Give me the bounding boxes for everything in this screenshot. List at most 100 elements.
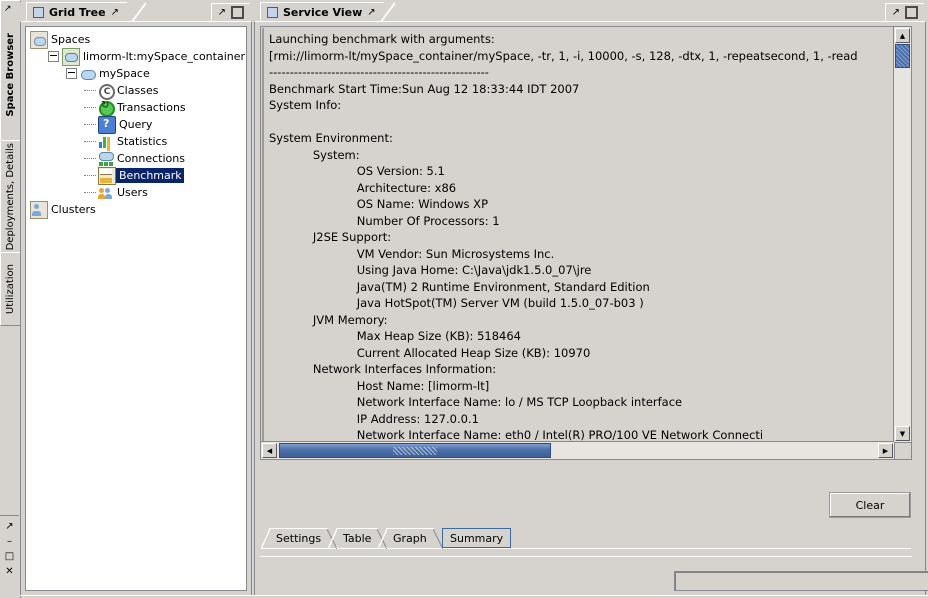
pin-icon[interactable]: ↗ bbox=[111, 7, 119, 18]
cloud-icon bbox=[80, 66, 96, 82]
minimize-icon[interactable]: – bbox=[7, 537, 12, 547]
users-icon bbox=[98, 185, 114, 201]
maximize-icon[interactable]: □ bbox=[5, 552, 14, 562]
stats-icon bbox=[98, 134, 114, 150]
tree-connector bbox=[84, 140, 96, 143]
tree-item-connections[interactable]: Connections bbox=[30, 150, 246, 167]
application-window: ↗ Space Browser Deployments, Details Uti… bbox=[0, 0, 928, 598]
tree-item-benchmark[interactable]: Benchmark bbox=[30, 166, 246, 185]
tab-graph[interactable]: Graph bbox=[378, 528, 443, 549]
tree-item-transactions[interactable]: Transactions bbox=[30, 99, 246, 117]
trans-icon bbox=[98, 100, 115, 117]
console-horizontal-scrollbar[interactable]: ◀ ▶ bbox=[261, 441, 894, 459]
pin-icon[interactable]: ↗ bbox=[367, 7, 375, 18]
tree-item-statistics[interactable]: Statistics bbox=[30, 133, 246, 150]
tabstrip-underline bbox=[261, 548, 911, 549]
tree-connector bbox=[84, 191, 96, 194]
grid-tree-panel: Grid Tree ↗ ↗ Spaces limorm-lt:mySpace_co… bbox=[20, 2, 252, 596]
scroll-right-icon[interactable]: ▶ bbox=[878, 443, 893, 458]
rail-tab-space-browser[interactable]: ↗ Space Browser bbox=[0, 0, 21, 142]
tree-item-myspace[interactable]: mySpace bbox=[30, 65, 246, 82]
tree-item-spaces[interactable]: Spaces bbox=[30, 30, 246, 49]
conn-icon bbox=[98, 151, 114, 167]
benchmark-actionbar: Start Stop bbox=[260, 556, 928, 598]
tab-settings[interactable]: Settings bbox=[260, 528, 338, 549]
tree-item-limorm-lt-myspace-container[interactable]: limorm-lt:mySpace_container bbox=[30, 47, 246, 66]
service-view-tabbar: Service View ↗ ↗ bbox=[254, 2, 926, 22]
benchmark-tabstrip: Settings Table Graph Summary bbox=[260, 526, 911, 549]
service-view-window-buttons: ↗ bbox=[884, 3, 924, 21]
console-output[interactable]: Launching benchmark with arguments: [rmi… bbox=[262, 28, 894, 442]
tree-item-users[interactable]: Users bbox=[30, 184, 246, 201]
view-icon bbox=[267, 7, 278, 18]
clear-button[interactable]: Clear bbox=[829, 492, 911, 518]
tree-connector bbox=[84, 174, 96, 177]
tree-item-label: Transactions bbox=[117, 101, 186, 114]
tree-connector bbox=[84, 106, 96, 109]
tree-item-label: mySpace bbox=[99, 67, 150, 80]
pin-icon[interactable]: ↗ bbox=[4, 5, 12, 14]
scrollbar-corner bbox=[894, 442, 911, 459]
tab-label: Table bbox=[343, 532, 372, 545]
tab-label: Service View bbox=[283, 6, 363, 19]
tab-label: Settings bbox=[276, 532, 322, 545]
rail-tab-label: Deployments, Details bbox=[5, 143, 16, 251]
classes-icon bbox=[98, 83, 115, 100]
restore-icon[interactable]: ↗ bbox=[218, 7, 226, 18]
scroll-up-icon[interactable]: ▲ bbox=[895, 28, 910, 43]
restore-icon[interactable]: ↗ bbox=[892, 7, 900, 18]
rail-tab-label: Utilization bbox=[5, 263, 16, 315]
tab-label: Grid Tree bbox=[49, 6, 106, 19]
rail-tab-deployments-details[interactable]: Deployments, Details bbox=[0, 140, 21, 254]
view-icon bbox=[33, 7, 44, 18]
tree-root: Spaces limorm-lt:mySpace_container mySpace… bbox=[26, 27, 246, 219]
tree-item-label: Classes bbox=[117, 84, 159, 97]
tab-label: Summary bbox=[450, 531, 504, 545]
tree-item-label: Statistics bbox=[117, 135, 168, 148]
tab-edge bbox=[132, 2, 146, 21]
grid-tree-body: Spaces limorm-lt:mySpace_container mySpace… bbox=[20, 21, 252, 596]
rail-tab-label: Space Browser bbox=[5, 33, 16, 117]
close-icon[interactable]: ✕ bbox=[5, 567, 13, 577]
tree-connector bbox=[84, 123, 96, 126]
tree-expander-icon[interactable] bbox=[48, 51, 59, 62]
tree-item-label: Clusters bbox=[51, 203, 96, 216]
tab-table[interactable]: Table bbox=[327, 528, 389, 549]
clusters-icon bbox=[30, 200, 48, 219]
bench-icon bbox=[98, 166, 116, 185]
vscroll-thumb[interactable] bbox=[895, 44, 910, 68]
tree-expander-icon[interactable] bbox=[66, 68, 77, 79]
tree-connector bbox=[84, 157, 96, 160]
tree-item-clusters[interactable]: Clusters bbox=[30, 200, 246, 219]
grid-tree-tabbar: Grid Tree ↗ ↗ bbox=[20, 2, 252, 22]
scroll-down-icon[interactable]: ▼ bbox=[895, 426, 910, 441]
service-view-body: Launching benchmark with arguments: [rmi… bbox=[254, 21, 928, 598]
scroll-left-icon[interactable]: ◀ bbox=[262, 443, 277, 458]
console-text: Launching benchmark with arguments: [rmi… bbox=[269, 32, 858, 442]
restore-icon[interactable]: ↗ bbox=[5, 522, 13, 532]
tab-grid-tree[interactable]: Grid Tree ↗ bbox=[26, 2, 127, 22]
grid-tree-window-buttons: ↗ bbox=[210, 3, 250, 21]
tab-edge bbox=[381, 2, 395, 21]
tree-view[interactable]: Spaces limorm-lt:mySpace_container mySpace… bbox=[25, 26, 247, 591]
rail-tab-utilization[interactable]: Utilization bbox=[0, 252, 21, 326]
maximize-icon[interactable] bbox=[905, 6, 918, 19]
tab-service-view[interactable]: Service View ↗ bbox=[260, 2, 384, 22]
progress-bar bbox=[674, 571, 928, 591]
tab-label: Graph bbox=[393, 532, 427, 545]
tree-item-classes[interactable]: Classes bbox=[30, 82, 246, 100]
tab-summary[interactable]: Summary bbox=[442, 528, 512, 548]
tree-item-label: Spaces bbox=[51, 33, 91, 46]
maximize-icon[interactable] bbox=[231, 6, 244, 19]
console-vertical-scrollbar[interactable]: ▲ ▼ bbox=[893, 27, 911, 442]
vscroll-track[interactable] bbox=[894, 43, 911, 426]
tree-item-label: Connections bbox=[117, 152, 185, 165]
hscroll-thumb[interactable] bbox=[279, 443, 551, 458]
tree-item-label: Benchmark bbox=[116, 168, 184, 183]
tree-item-label: Query bbox=[119, 118, 153, 131]
tree-item-label: Users bbox=[117, 186, 148, 199]
tree-item-query[interactable]: Query bbox=[30, 115, 246, 134]
spaces-icon bbox=[30, 30, 48, 49]
clear-button-label: Clear bbox=[855, 498, 885, 512]
rail-window-buttons: ↗ – □ ✕ bbox=[0, 515, 19, 598]
